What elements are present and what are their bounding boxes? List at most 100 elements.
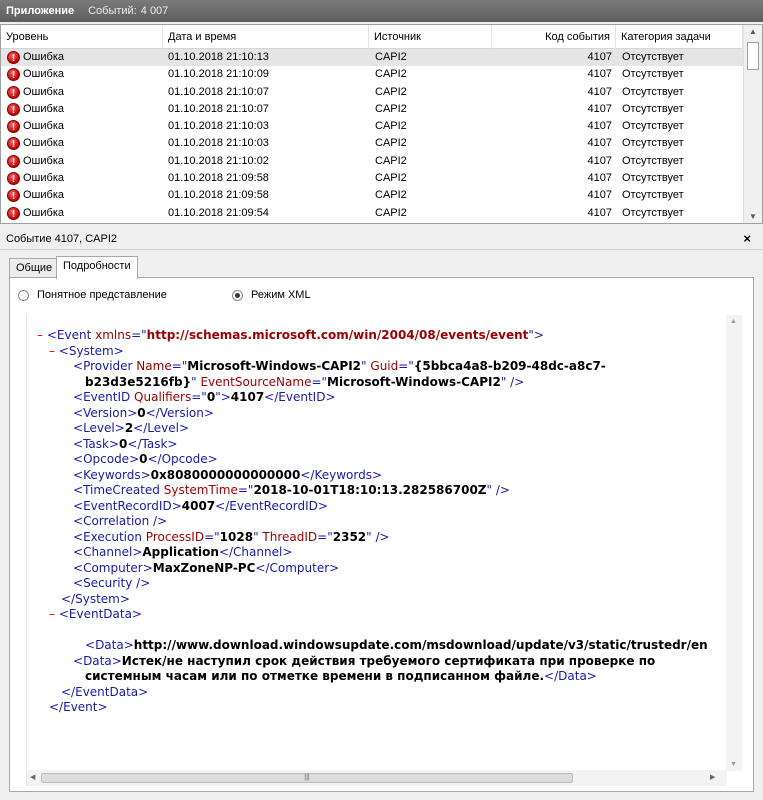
scroll-thumb[interactable]: ||| <box>41 773 573 783</box>
category-cell: Отсутствует <box>622 102 684 115</box>
xml-line: <EventID Qualifiers="0">4107</EventID> <box>73 390 336 404</box>
radio-button-off[interactable] <box>18 289 29 301</box>
source-cell: CAPI2 <box>375 137 407 150</box>
tab-details[interactable]: Подробности <box>56 256 138 279</box>
xml-line: – <System> <box>49 343 124 358</box>
xml-line: <Data>Истек/не наступил срок действия тр… <box>73 653 656 668</box>
level-cell: Ошибка <box>23 68 64 81</box>
datetime-cell: 01.10.2018 21:10:03 <box>168 137 269 150</box>
xml-line: <EventRecordID>4007</EventRecordID> <box>73 498 328 513</box>
xml-line: <Security /> <box>73 576 151 590</box>
event-id-cell: 4107 <box>587 154 612 167</box>
collapse-toggle-icon[interactable]: – <box>49 344 55 358</box>
source-cell: CAPI2 <box>375 51 407 63</box>
table-row[interactable]: ! Ошибка 01.10.2018 21:10:07 CAPI2 4107 Отсут… <box>1 84 743 101</box>
scroll-up-icon[interactable]: ▲ <box>730 318 737 325</box>
level-cell: Ошибка <box>23 85 64 98</box>
level-cell: Ошибка <box>23 137 64 150</box>
datetime-cell: 01.10.2018 21:09:54 <box>168 206 269 219</box>
source-cell: CAPI2 <box>375 154 407 167</box>
radio-friendly-view[interactable]: Понятное представление <box>18 289 167 301</box>
scroll-down-icon[interactable]: ▼ <box>730 761 737 768</box>
scroll-left-icon[interactable]: ◀ <box>30 773 35 781</box>
column-header-category[interactable]: Категория задачи <box>616 25 743 49</box>
category-cell: Отсутствует <box>622 68 684 81</box>
error-icon: ! <box>7 172 20 186</box>
radio-xml-view[interactable]: Режим XML <box>232 289 311 301</box>
events-scrollbar[interactable]: ▲ ▼ <box>743 25 762 223</box>
datetime-cell: 01.10.2018 21:09:58 <box>168 172 269 185</box>
event-id-cell: 4107 <box>587 120 612 133</box>
level-cell: Ошибка <box>23 102 64 115</box>
table-row[interactable]: ! Ошибка 01.10.2018 21:10:03 CAPI2 4107 Отсут… <box>1 118 743 135</box>
error-icon: ! <box>7 85 20 99</box>
events-table-header: Уровень Дата и время Источник Код событи… <box>1 25 743 49</box>
radio-button-on[interactable] <box>232 289 243 301</box>
xml-horizontal-scrollbar[interactable]: ◀ ||| ▶ <box>27 770 727 786</box>
source-cell: CAPI2 <box>375 85 407 98</box>
log-name: Приложение <box>6 5 75 17</box>
source-cell: CAPI2 <box>375 206 407 219</box>
xml-line: <Version>0</Version> <box>73 405 214 420</box>
column-header-level[interactable]: Уровень <box>1 25 163 49</box>
collapse-toggle-icon[interactable]: – <box>49 607 55 621</box>
level-cell: Ошибка <box>23 172 64 185</box>
xml-view[interactable]: – <Event xmlns="http://schemas.microsoft… <box>26 315 742 786</box>
level-cell: Ошибка <box>23 154 64 167</box>
scroll-down-icon[interactable]: ▼ <box>749 212 757 221</box>
error-icon: ! <box>7 154 20 168</box>
column-header-datetime[interactable]: Дата и время <box>163 25 369 49</box>
xml-line: <TimeCreated SystemTime="2018-10-01T18:1… <box>73 483 510 497</box>
datetime-cell: 01.10.2018 21:10:07 <box>168 102 269 115</box>
category-cell: Отсутствует <box>622 189 684 202</box>
event-id-cell: 4107 <box>587 51 612 63</box>
event-detail-header: Событие 4107, CAPI2 × <box>0 228 763 250</box>
xml-line: </Event> <box>49 700 108 714</box>
tab-general[interactable]: Общие <box>9 258 60 278</box>
error-icon: ! <box>7 189 20 203</box>
event-id-cell: 4107 <box>587 68 612 81</box>
scroll-right-icon[interactable]: ▶ <box>710 773 715 781</box>
source-cell: CAPI2 <box>375 189 407 202</box>
error-icon: ! <box>7 68 20 82</box>
category-cell: Отсутствует <box>622 120 684 133</box>
radio-friendly-label: Понятное представление <box>37 289 167 301</box>
column-header-source[interactable]: Источник <box>369 25 492 49</box>
table-row[interactable]: ! Ошибка 01.10.2018 21:09:58 CAPI2 4107 Отсут… <box>1 187 743 204</box>
error-icon: ! <box>7 137 20 151</box>
table-row[interactable]: ! Ошибка 01.10.2018 21:10:09 CAPI2 4107 Отсут… <box>1 66 743 83</box>
event-id-cell: 4107 <box>587 189 612 202</box>
datetime-cell: 01.10.2018 21:09:58 <box>168 189 269 202</box>
error-icon: ! <box>7 51 20 64</box>
table-row[interactable]: ! Ошибка 01.10.2018 21:10:03 CAPI2 4107 Отсут… <box>1 135 743 152</box>
table-row[interactable]: ! Ошибка 01.10.2018 21:09:58 CAPI2 4107 Отсут… <box>1 170 743 187</box>
table-row[interactable]: ! Ошибка 01.10.2018 21:10:07 CAPI2 4107 Отсут… <box>1 101 743 118</box>
datetime-cell: 01.10.2018 21:10:02 <box>168 154 269 167</box>
xml-line: <Level>2</Level> <box>73 421 190 435</box>
xml-line: </EventData> <box>61 684 149 699</box>
xml-line: <Data>http://www.download.windowsupdate.… <box>85 638 708 652</box>
error-icon: ! <box>7 102 20 116</box>
table-row[interactable]: ! Ошибка 01.10.2018 21:10:13 CAPI2 4107 Отсут… <box>1 49 743 67</box>
table-row[interactable]: ! Ошибка 01.10.2018 21:10:02 CAPI2 4107 Отсут… <box>1 153 743 170</box>
datetime-cell: 01.10.2018 21:10:13 <box>168 51 269 63</box>
level-cell: Ошибка <box>23 51 64 63</box>
xml-line: <Opcode>0</Opcode> <box>73 452 218 466</box>
event-id-cell: 4107 <box>587 102 612 115</box>
close-icon[interactable]: × <box>743 228 751 250</box>
collapse-toggle-icon[interactable]: – <box>37 328 43 342</box>
xml-vertical-scrollbar[interactable]: ▲ ▼ <box>726 315 742 771</box>
scroll-up-icon[interactable]: ▲ <box>749 27 757 36</box>
source-cell: CAPI2 <box>375 172 407 185</box>
event-id-cell: 4107 <box>587 85 612 98</box>
xml-line: <Correlation /> <box>73 514 168 528</box>
column-header-event-id[interactable]: Код события <box>492 25 616 49</box>
event-count-value: 4 007 <box>140 5 169 17</box>
xml-line: <Provider Name="Microsoft-Windows-CAPI2"… <box>73 359 606 373</box>
events-table: Уровень Дата и время Источник Код событи… <box>0 24 763 224</box>
log-title-bar: Приложение Событий: 4 007 <box>0 0 763 22</box>
events-rows: ! Ошибка 01.10.2018 21:10:13 CAPI2 4107 Отсут… <box>1 49 743 222</box>
xml-content: – <Event xmlns="http://schemas.microsoft… <box>27 328 722 716</box>
scroll-thumb[interactable] <box>747 42 759 70</box>
table-row[interactable]: ! Ошибка 01.10.2018 21:09:54 CAPI2 4107 Отсут… <box>1 205 743 222</box>
